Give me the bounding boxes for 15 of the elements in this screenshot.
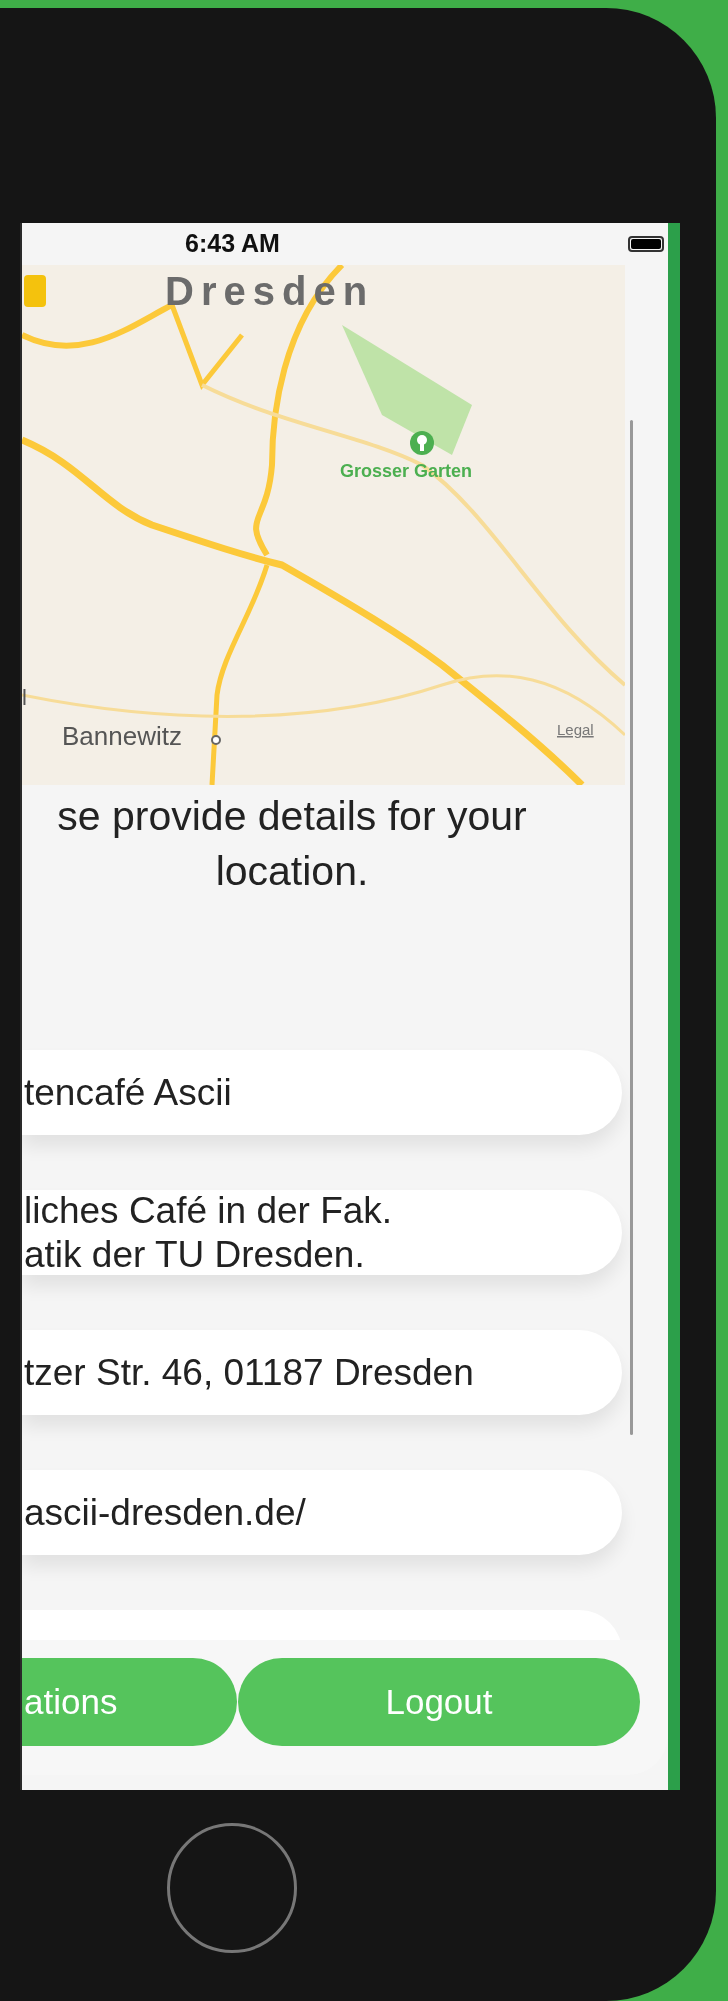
town-marker-icon [211, 735, 221, 745]
input-field[interactable]: tencafé Ascii [22, 1050, 622, 1135]
status-time: 6:43 AM [185, 228, 280, 260]
map-town-label: Bannewitz [62, 721, 182, 751]
map-label: l [22, 685, 27, 710]
input-field[interactable]: ascii-dresden.de/ [22, 1470, 622, 1555]
legal-link[interactable]: Legal [557, 721, 594, 738]
input-field[interactable]: liches Café in der Fak. atik der TU Dresden. [22, 1190, 622, 1275]
battery-icon [628, 236, 664, 252]
map-park-label: Grosser Garten [340, 461, 473, 481]
input-field[interactable]: tzer Str. 46, 01187 Dresden [22, 1330, 622, 1415]
prompt-text: se provide details for your location. [56, 792, 528, 896]
highway-shield-icon [24, 275, 46, 307]
park-pin-icon [410, 431, 434, 455]
home-button[interactable] [167, 1823, 297, 1953]
